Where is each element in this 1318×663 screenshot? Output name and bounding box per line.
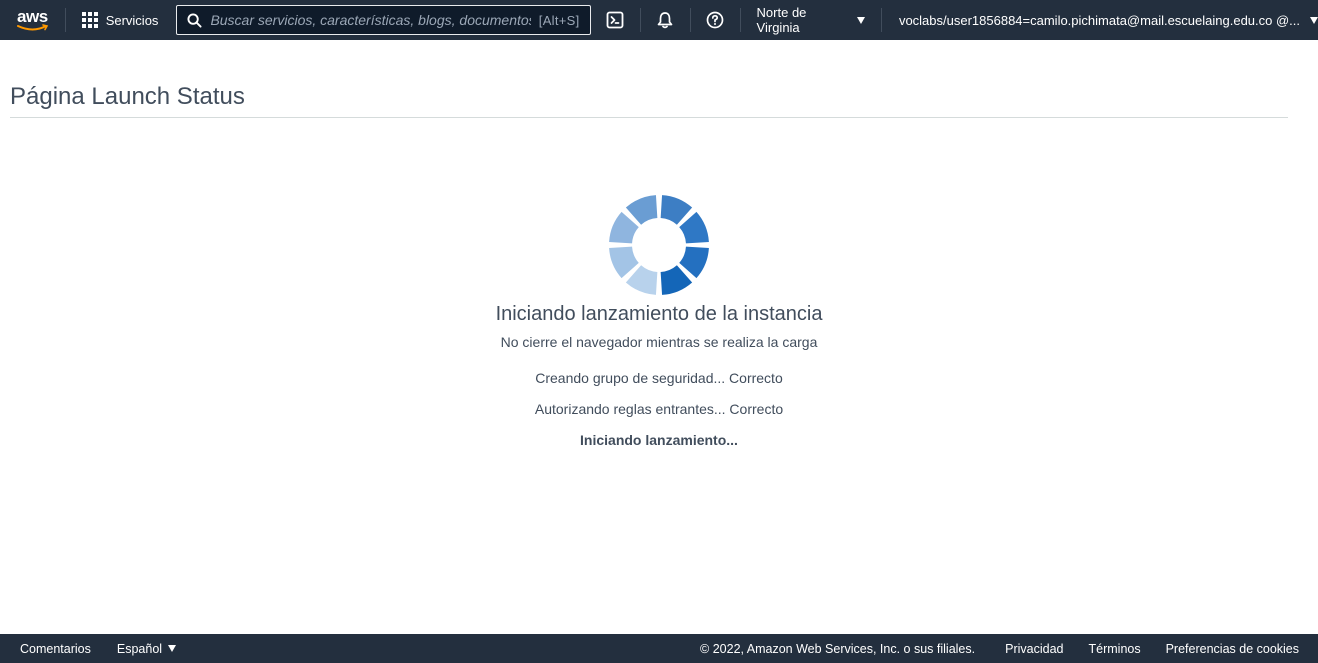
language-selector[interactable]: Español (116, 641, 177, 656)
search-input[interactable] (210, 12, 531, 28)
aws-logo-text: aws (17, 6, 48, 26)
notifications-button[interactable] (641, 0, 690, 40)
cookie-preferences-link[interactable]: Preferencias de cookies (1166, 642, 1299, 656)
aws-smile-icon (17, 24, 49, 31)
account-label: voclabs/user1856884=camilo.pichimata@mai… (898, 12, 1301, 28)
region-selector[interactable]: Norte de Virginia (741, 0, 881, 40)
terms-link[interactable]: Términos (1089, 642, 1141, 656)
cloudshell-icon (606, 11, 624, 29)
search-box[interactable]: [Alt+S] (176, 5, 591, 35)
aws-logo[interactable]: aws (0, 0, 65, 40)
status-step: Autorizando reglas entrantes... Correcto (534, 401, 784, 417)
footer-right: © 2022, Amazon Web Services, Inc. o sus … (700, 642, 1318, 656)
status-heading: Iniciando lanzamiento de la instancia (495, 303, 823, 325)
status-subheading: No cierre el navegador mientras se reali… (500, 334, 818, 350)
status-step-current: Iniciando lanzamiento... (580, 432, 738, 448)
caret-down-icon (856, 16, 865, 24)
page-title: Página Launch Status (10, 83, 245, 110)
footer: Comentarios Español © 2022, Amazon Web S… (0, 634, 1318, 663)
help-button[interactable] (691, 0, 740, 40)
search-icon (187, 12, 202, 28)
top-nav: aws Servicios [Alt+S] (0, 0, 1318, 40)
help-icon (706, 11, 724, 29)
region-label: Norte de Virginia (756, 5, 807, 35)
caret-down-icon (168, 645, 177, 652)
privacy-link[interactable]: Privacidad (1005, 642, 1063, 656)
copyright-text: © 2022, Amazon Web Services, Inc. o sus … (700, 641, 976, 656)
account-menu[interactable]: voclabs/user1856884=camilo.pichimata@mai… (882, 0, 1318, 40)
loading-spinner-icon (609, 195, 709, 295)
cloudshell-button[interactable] (591, 0, 640, 40)
caret-down-icon (1310, 16, 1318, 24)
services-label: Servicios (105, 12, 159, 28)
title-divider (10, 117, 1288, 118)
language-label: Español (116, 641, 163, 656)
services-menu-button[interactable]: Servicios (66, 0, 175, 40)
bell-icon (657, 12, 673, 29)
search-shortcut: [Alt+S] (538, 12, 580, 28)
feedback-link[interactable]: Comentarios (0, 642, 91, 656)
grid-icon (81, 12, 98, 28)
status-step: Creando grupo de seguridad... Correcto (535, 370, 783, 386)
